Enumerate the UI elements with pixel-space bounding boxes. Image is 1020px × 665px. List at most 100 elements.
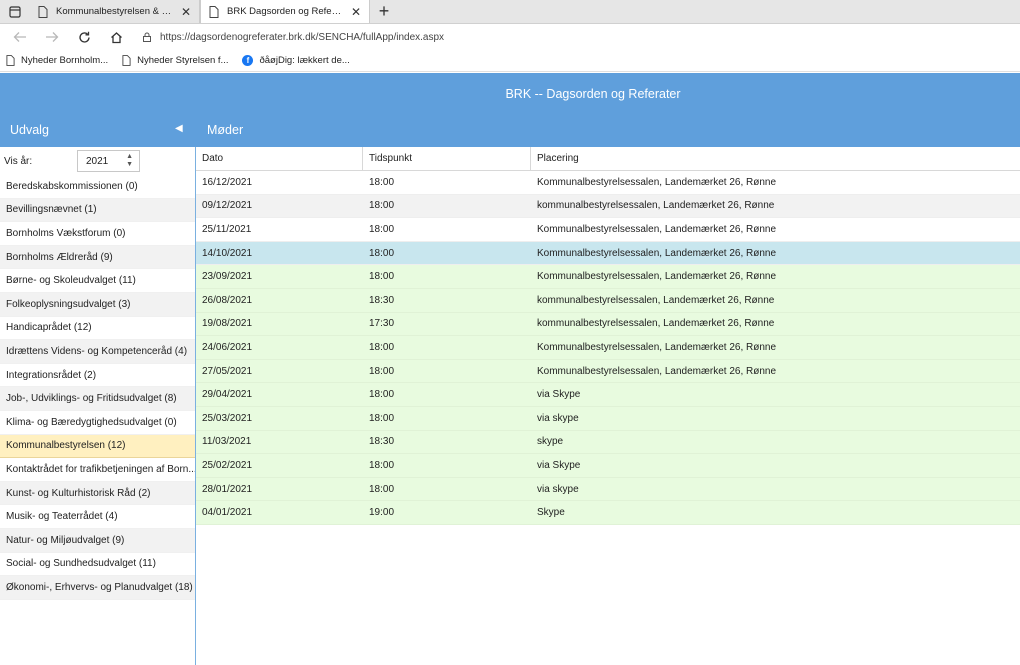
committee-item[interactable]: Beredskabskommissionen (0) <box>0 175 195 199</box>
new-tab-button[interactable]: + <box>370 0 398 23</box>
committee-item[interactable]: Bornholms Ældreråd (9) <box>0 245 195 270</box>
url-field[interactable]: https://dagsordenogreferater.brk.dk/SENC… <box>142 32 444 43</box>
committee-item[interactable]: Folkeoplysningsudvalget (3) <box>0 292 195 317</box>
spinner-arrows[interactable]: ▲ ▼ <box>126 153 133 169</box>
bookmark-1[interactable]: Nyheder Bornholm... <box>6 55 108 66</box>
page-icon <box>209 5 219 18</box>
meetings-panel: Dato Tidspunkt Placering 16/12/2021 18:00… <box>196 147 1020 665</box>
committee-item[interactable]: Kunst- og Kulturhistorisk Råd (2) <box>0 481 195 506</box>
meeting-row[interactable]: 26/08/2021 18:30 kommunalbestyrelsessalen,… <box>196 288 1020 313</box>
cell-tidspunkt: 18:00 <box>369 483 395 495</box>
cell-dato: 25/03/2021 <box>202 412 253 424</box>
tab-title: Kommunalbestyrelsen & Udvalg <box>56 6 173 17</box>
meeting-row[interactable]: 25/03/2021 18:00 via skype <box>196 406 1020 431</box>
meeting-row[interactable]: 19/08/2021 17:30 kommunalbestyrelsessalen,… <box>196 312 1020 337</box>
meeting-row[interactable]: 24/06/2021 18:00 Kommunalbestyrelsessalen,… <box>196 336 1020 360</box>
grid-header: Dato Tidspunkt Placering <box>196 147 1020 171</box>
committees-panel: Vis år: 2021 ▲ ▼ Beredskabskommissionen … <box>0 147 196 665</box>
bookmark-label: Nyheder Bornholm... <box>21 55 109 66</box>
meeting-row[interactable]: 25/02/2021 18:00 via Skype <box>196 454 1020 478</box>
meeting-row[interactable]: 28/01/2021 18:00 via skype <box>196 477 1020 502</box>
column-header-tidspunkt[interactable]: Tidspunkt <box>363 147 531 170</box>
meeting-row[interactable]: 14/10/2021 18:00 Kommunalbestyrelsessalen,… <box>196 241 1020 266</box>
column-header-placering[interactable]: Placering <box>531 147 1020 170</box>
meeting-row[interactable]: 25/11/2021 18:00 Kommunalbestyrelsessalen,… <box>196 218 1020 242</box>
bookmark-label: Nyheder Styrelsen f... <box>137 55 229 66</box>
forward-arrow-icon <box>46 32 59 42</box>
cell-tidspunkt: 18:00 <box>369 200 395 212</box>
cell-tidspunkt: 19:00 <box>369 507 395 519</box>
cell-dato: 25/02/2021 <box>202 459 253 471</box>
committee-item[interactable]: Bevillingsnævnet (1) <box>0 198 195 223</box>
spin-down-icon[interactable]: ▼ <box>126 161 133 169</box>
meeting-row[interactable]: 29/04/2021 18:00 via Skype <box>196 383 1020 407</box>
meetings-panel-title: Møder <box>207 123 244 137</box>
home-button[interactable] <box>102 26 130 48</box>
bookmark-3[interactable]: f ðåøjDig: lækkert de... <box>242 55 350 66</box>
cell-placering: Skype <box>537 507 565 519</box>
committee-item[interactable]: Økonomi-, Erhvervs- og Planudvalget (18) <box>0 576 195 600</box>
column-header-dato[interactable]: Dato <box>196 147 363 170</box>
page-icon <box>38 5 48 18</box>
forward-button[interactable] <box>38 26 66 48</box>
tab-actions-icon[interactable] <box>0 0 30 23</box>
app-title: BRK -- Dagsorden og Referater <box>505 87 681 101</box>
committee-item[interactable]: Handicaprådet (12) <box>0 317 195 341</box>
browser-tab-bar: Kommunalbestyrelsen & Udvalg ✕ BRK Dagso… <box>0 0 1020 24</box>
cell-tidspunkt: 18:00 <box>369 223 395 235</box>
year-label: Vis år: <box>4 155 33 167</box>
year-stepper[interactable]: 2021 ▲ ▼ <box>77 150 140 172</box>
bookmark-2[interactable]: Nyheder Styrelsen f... <box>122 55 228 66</box>
cell-placering: kommunalbestyrelsessalen, Landemærket 26… <box>537 318 775 330</box>
cell-tidspunkt: 18:00 <box>369 247 395 259</box>
committee-item[interactable]: Musik- og Teaterrådet (4) <box>0 505 195 529</box>
browser-tab-1[interactable]: Kommunalbestyrelsen & Udvalg ✕ <box>30 0 200 23</box>
meeting-row[interactable]: 16/12/2021 18:00 Kommunalbestyrelsessalen,… <box>196 171 1020 195</box>
committee-item[interactable]: Børne- og Skoleudvalget (11) <box>0 269 195 293</box>
meeting-row[interactable]: 27/05/2021 18:00 Kommunalbestyrelsessalen,… <box>196 359 1020 384</box>
cell-placering: via Skype <box>537 459 581 471</box>
committee-item[interactable]: Natur- og Miljøudvalget (9) <box>0 528 195 553</box>
collapse-panel-icon[interactable]: ◀ <box>175 123 183 134</box>
committee-item[interactable]: Klima- og Bæredygtighedsudvalget (0) <box>0 411 195 435</box>
tab-title: BRK Dagsorden og Referater <box>227 6 343 17</box>
grid-body: 16/12/2021 18:00 Kommunalbestyrelsessalen,… <box>196 171 1020 525</box>
committee-item[interactable]: Kommunalbestyrelsen (12) <box>0 434 195 459</box>
address-bar: https://dagsordenogreferater.brk.dk/SENC… <box>0 24 1020 50</box>
meeting-row[interactable]: 04/01/2021 19:00 Skype <box>196 501 1020 525</box>
cell-dato: 04/01/2021 <box>202 507 253 519</box>
close-icon[interactable]: ✕ <box>181 5 191 19</box>
browser-tab-2[interactable]: BRK Dagsorden og Referater ✕ <box>200 0 370 23</box>
cell-placering: Kommunalbestyrelsessalen, Landemærket 26… <box>537 365 777 377</box>
close-icon[interactable]: ✕ <box>351 5 361 19</box>
cell-dato: 27/05/2021 <box>202 365 253 377</box>
cell-tidspunkt: 18:30 <box>369 294 395 306</box>
cell-dato: 24/06/2021 <box>202 341 253 353</box>
cell-tidspunkt: 18:00 <box>369 271 395 283</box>
page-icon <box>6 55 15 66</box>
committee-item[interactable]: Bornholms Vækstforum (0) <box>0 222 195 246</box>
bookmark-label: ðåøjDig: lækkert de... <box>259 55 350 66</box>
bookmarks-bar: Nyheder Bornholm... Nyheder Styrelsen f.… <box>0 50 1020 72</box>
url-text: https://dagsordenogreferater.brk.dk/SENC… <box>160 31 445 43</box>
meeting-row[interactable]: 09/12/2021 18:00 kommunalbestyrelsessalen,… <box>196 194 1020 219</box>
committee-item[interactable]: Idrættens Videns- og Kompetenceråd (4) <box>0 340 195 364</box>
meeting-row[interactable]: 23/09/2021 18:00 Kommunalbestyrelsessalen,… <box>196 265 1020 289</box>
committee-item[interactable]: Kontaktrådet for trafikbetjeningen af Bo… <box>0 458 195 482</box>
cell-dato: 23/09/2021 <box>202 271 253 283</box>
meeting-row[interactable]: 11/03/2021 18:30 skype <box>196 430 1020 455</box>
cell-dato: 25/11/2021 <box>202 223 252 235</box>
app-header: BRK -- Dagsorden og Referater Udvalg ◀ M… <box>0 73 1020 147</box>
cell-tidspunkt: 18:30 <box>369 436 395 448</box>
home-icon <box>110 31 122 43</box>
cell-tidspunkt: 18:00 <box>369 459 395 471</box>
cell-tidspunkt: 17:30 <box>369 318 395 330</box>
cell-placering: Kommunalbestyrelsessalen, Landemærket 26… <box>537 341 777 353</box>
cell-placering: Kommunalbestyrelsessalen, Landemærket 26… <box>537 247 777 259</box>
committee-item[interactable]: Social- og Sundhedsudvalget (11) <box>0 553 195 577</box>
back-button[interactable] <box>6 26 34 48</box>
spin-up-icon[interactable]: ▲ <box>126 153 133 161</box>
committee-item[interactable]: Job-, Udviklings- og Fritidsudvalget (8) <box>0 387 195 411</box>
committee-item[interactable]: Integrationsrådet (2) <box>0 364 195 388</box>
reload-button[interactable] <box>70 26 98 48</box>
